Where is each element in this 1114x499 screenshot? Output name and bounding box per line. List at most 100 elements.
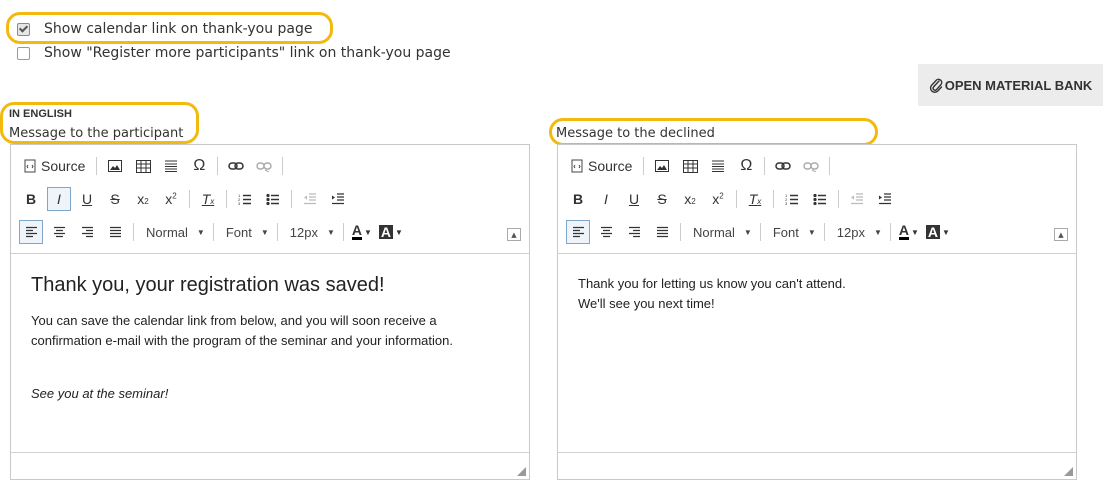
subscript-button[interactable]: x2 [678,187,702,211]
unlink-button[interactable] [799,154,823,178]
justify-icon [656,226,668,238]
size-combo[interactable]: 12px ▼ [831,225,888,240]
unlink-icon [803,162,820,172]
align-right-button[interactable] [75,220,99,244]
numbered-list-button[interactable]: 123 [233,187,257,211]
italic-button[interactable]: I [594,187,618,211]
horizontal-line-button[interactable] [706,154,730,178]
font-combo[interactable]: Font ▼ [220,225,275,240]
bold-button[interactable]: B [566,187,590,211]
source-button[interactable]: Source [566,154,637,178]
italic-button[interactable]: I [47,187,71,211]
remove-format-button[interactable]: Tx [196,187,220,211]
calendar-link-option[interactable]: Show calendar link on thank-you page [17,21,313,37]
background-color-icon: A [378,224,394,240]
format-combo[interactable]: Normal ▼ [140,225,211,240]
indent-button[interactable] [873,187,897,211]
chevron-down-icon: ▼ [260,227,269,237]
align-right-button[interactable] [622,220,646,244]
superscript-button[interactable]: x2 [159,187,183,211]
subscript-icon: x2 [137,191,149,207]
align-left-icon [25,226,37,238]
bulleted-list-icon [813,193,826,205]
text-color-button[interactable]: A ▼ [897,220,921,244]
bulleted-list-button[interactable] [261,187,285,211]
register-more-checkbox[interactable] [17,46,30,60]
horizontal-line-button[interactable] [159,154,183,178]
justify-icon [109,226,121,238]
chevron-down-icon: ▼ [873,227,882,237]
font-combo-value: Font [772,224,799,240]
remove-format-button[interactable]: Tx [743,187,767,211]
editor-footer [11,452,529,479]
align-left-button[interactable] [19,220,43,244]
source-icon [571,159,583,173]
bold-button[interactable]: B [19,187,43,211]
strikethrough-button[interactable]: S [103,187,127,211]
resize-handle-icon[interactable] [517,467,526,476]
superscript-icon: x2 [712,191,724,207]
chevron-down-icon: ▼ [807,227,816,237]
editor-toolbar: Source Ω B I U S x2 x2 Tx 123 Normal ▼ F… [558,145,1076,254]
underline-button[interactable]: U [622,187,646,211]
align-center-button[interactable] [47,220,71,244]
size-combo[interactable]: 12px ▼ [284,225,341,240]
link-icon [228,162,245,170]
collapse-toolbar-icon[interactable]: ▲ [1054,228,1068,241]
format-combo[interactable]: Normal ▼ [687,225,758,240]
open-material-bank-button[interactable]: OPEN MATERIAL BANK [918,64,1103,106]
background-color-icon: A [925,224,941,240]
material-bank-label: OPEN MATERIAL BANK [944,77,1093,93]
table-button[interactable] [678,154,702,178]
underline-button[interactable]: U [75,187,99,211]
special-char-button[interactable]: Ω [734,154,758,178]
resize-handle-icon[interactable] [1064,467,1073,476]
subscript-button[interactable]: x2 [131,187,155,211]
strikethrough-button[interactable]: S [650,187,674,211]
justify-button[interactable] [103,220,127,244]
table-button[interactable] [131,154,155,178]
align-center-button[interactable] [594,220,618,244]
image-button[interactable] [650,154,674,178]
background-color-button[interactable]: A ▼ [925,220,951,244]
image-button[interactable] [103,154,127,178]
register-more-option[interactable]: Show "Register more participants" link o… [17,45,451,61]
declined-message-editor: Source Ω B I U S x2 x2 Tx 123 Normal ▼ F… [557,144,1077,480]
special-char-button[interactable]: Ω [187,154,211,178]
paperclip-icon [929,78,943,93]
remove-format-icon: Tx [748,191,762,207]
editor-content[interactable]: Thank you, your registration was saved! … [11,254,529,452]
indent-button[interactable] [326,187,350,211]
collapse-toolbar-icon[interactable]: ▲ [507,228,521,241]
outdent-button[interactable] [298,187,322,211]
table-icon [135,159,151,173]
link-button[interactable] [771,154,795,178]
declined-line-2: We'll see you next time! [578,296,715,311]
source-button[interactable]: Source [19,154,90,178]
participant-message-label: Message to the participant [9,126,184,141]
justify-button[interactable] [650,220,674,244]
superscript-button[interactable]: x2 [706,187,730,211]
unlink-button[interactable] [252,154,276,178]
align-left-button[interactable] [566,220,590,244]
background-color-button[interactable]: A ▼ [378,220,404,244]
numbered-list-button[interactable]: 123 [780,187,804,211]
align-center-icon [53,226,65,238]
image-icon [655,160,670,172]
chevron-down-icon: ▼ [326,227,335,237]
format-combo-value: Normal [146,224,188,240]
bulleted-list-button[interactable] [808,187,832,211]
font-combo[interactable]: Font ▼ [767,225,822,240]
text-color-icon: A [351,222,362,240]
align-left-icon [572,226,584,238]
calendar-link-checkbox[interactable] [17,22,30,36]
closing-paragraph: See you at the seminar! [31,386,169,401]
text-color-button[interactable]: A ▼ [350,220,374,244]
editor-content[interactable]: Thank you for letting us know you can't … [558,254,1076,452]
thank-you-heading: Thank you, your registration was saved! [31,274,385,296]
omega-icon: Ω [740,157,753,174]
indent-icon [332,193,344,205]
numbered-list-icon: 123 [785,193,798,206]
link-button[interactable] [224,154,248,178]
outdent-button[interactable] [845,187,869,211]
